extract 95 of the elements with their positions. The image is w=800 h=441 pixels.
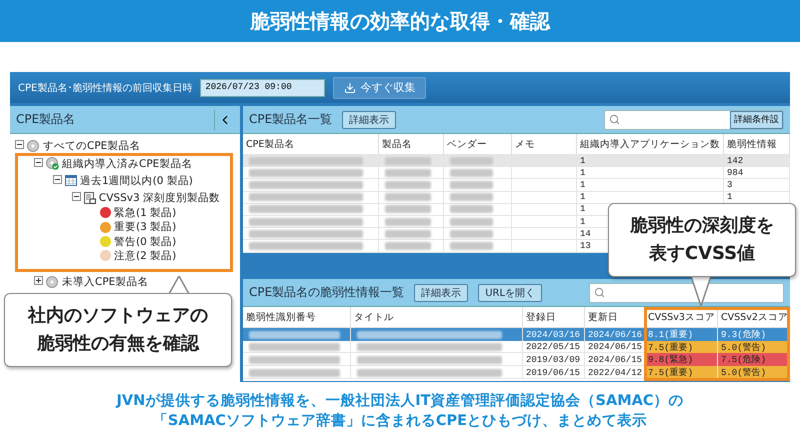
tree-item[interactable]: 過去1週間以内(0 製品) (80, 174, 193, 188)
tree-item[interactable]: すべてのCPE製品名 (43, 139, 140, 154)
table-cell: 1 (580, 180, 586, 190)
blurred-text (385, 242, 432, 250)
score-cell: 9.3(危険) (718, 328, 790, 341)
column-header[interactable]: 更新日 (585, 307, 645, 327)
table-cell: 2024/03/16 (526, 330, 580, 340)
score-cell: 8.1(重要) (645, 328, 718, 341)
blurred-text (450, 193, 493, 202)
table-cell: 2019/03/09 (526, 354, 580, 365)
column-header[interactable]: タイトル (351, 307, 523, 327)
table-cell: 2022/05/15 (526, 342, 580, 352)
tree-item[interactable]: 未導入CPE製品名 (62, 275, 148, 290)
blurred-text (385, 205, 432, 214)
score-cell: 7.5(危険) (718, 353, 790, 366)
collapse-icon[interactable] (53, 174, 62, 184)
tree-item[interactable]: 注意(2 製品) (114, 248, 176, 263)
blurred-text (385, 180, 432, 189)
table-cell: 2024/06/16 (588, 330, 642, 340)
calendar-icon (65, 175, 77, 186)
table-cell: 1 (580, 192, 586, 202)
score-cell: 9.8(緊急) (645, 353, 718, 366)
toolbar-label: CPE製品名･脆弱性情報の前回収集日時 (18, 82, 192, 94)
blurred-text (450, 156, 493, 165)
collapse-icon[interactable] (15, 140, 24, 150)
disc-icon (46, 276, 59, 289)
banner-title: 脆弱性情報の効率的な取得・確認 (0, 0, 800, 42)
column-header[interactable]: 登録日 (523, 307, 585, 327)
document-icon (84, 192, 96, 204)
table-cell: 1 (580, 216, 586, 227)
table-cell: 984 (727, 168, 744, 178)
disc-check-icon (46, 157, 59, 170)
panel-title: CPE製品名一覧 (249, 111, 332, 128)
column-header[interactable]: 脆弱性識別番号 (243, 307, 351, 327)
score-cell: 7.5(重要) (645, 340, 718, 354)
blurred-text (385, 168, 432, 177)
caption-line: JVNが提供する脆弱性情報を、一般社団法人IT資産管理評価認定協会（SAMAC）の (116, 391, 684, 411)
search-field[interactable]: 詳細条件設 (604, 110, 784, 130)
filter-button[interactable]: 詳細条件設 (730, 110, 783, 128)
tree-item[interactable]: 緊急(1 製品) (114, 206, 176, 220)
blurred-text (385, 193, 432, 202)
table-cell: 1 (580, 204, 586, 214)
blurred-text (450, 168, 493, 177)
download-icon (344, 82, 356, 94)
caption-line: 「SAMACソフトウェア辞書」に含まれるCPEとひもづけ、まとめて表示 (152, 412, 648, 432)
blurred-text (450, 218, 493, 226)
column-header[interactable]: メモ (512, 134, 577, 154)
blurred-text (385, 218, 432, 226)
blurred-text (450, 242, 493, 250)
table-cell: 2024/06/15 (588, 354, 642, 365)
column-header[interactable]: ベンダー (444, 134, 512, 154)
table-cell: 142 (727, 156, 744, 166)
blurred-text (450, 180, 493, 189)
collapse-icon[interactable] (34, 158, 43, 167)
expand-icon[interactable] (34, 276, 43, 286)
table-cell: 13 (580, 240, 591, 251)
blurred-text (385, 156, 432, 165)
callout-text: 社内のソフトウェアの (28, 304, 208, 328)
panel-title: CPE製品名の脆弱性情報一覧 (249, 284, 404, 301)
tree-item[interactable]: 重要(3 製品) (114, 220, 176, 234)
detail-button[interactable]: 詳細表示 (342, 110, 396, 128)
column-header[interactable]: CVSSv3スコア (645, 307, 718, 327)
table-cell: 14 (580, 228, 591, 239)
column-header[interactable]: 組織内導入アプリケーション数 (577, 134, 724, 154)
column-header[interactable]: 製品名 (379, 134, 444, 154)
table-cell: 2019/06/15 (526, 368, 580, 378)
table-cell: 1 (580, 156, 586, 166)
disc-icon (27, 140, 40, 153)
tree-item[interactable]: 組織内導入済みCPE製品名 (62, 156, 192, 171)
table-cell: 2022/04/12 (588, 368, 642, 378)
blurred-text (450, 205, 493, 214)
callout-text: 表すCVSS値 (648, 242, 756, 266)
column-header[interactable]: 脆弱性情報 (724, 134, 790, 154)
selected-row[interactable]: 1 142 (243, 155, 790, 168)
search-icon (609, 114, 620, 125)
table-cell: 1 (727, 192, 732, 202)
date-field[interactable]: 2026/07/23 09:00 (200, 78, 326, 96)
callout-text: 脆弱性の深刻度を (630, 214, 774, 238)
blurred-text (385, 230, 432, 238)
toolbar-button[interactable]: 詳細表示 (414, 284, 468, 302)
panel-title: CPE製品名 (16, 111, 76, 128)
blurred-text (450, 230, 493, 238)
column-header[interactable]: CVSSv2スコア (718, 307, 790, 327)
callout-text: 脆弱性の有無を確認 (37, 332, 199, 356)
tree-item[interactable]: CVSSv3 深刻度別製品数 (98, 191, 220, 206)
table-cell: 3 (727, 180, 732, 190)
selected-row[interactable]: 2024/03/16 2024/06/16 8.1(重要) 9.3(危険) (243, 328, 790, 341)
column-header[interactable]: CPE製品名 (243, 134, 379, 154)
toolbar-button[interactable]: URLを開く (478, 284, 542, 302)
table-cell: 1 (580, 168, 586, 178)
score-cell: 7.5(重要) (645, 366, 718, 380)
tree-item[interactable]: 警告(0 製品) (114, 234, 176, 249)
search-icon (594, 287, 605, 298)
table-cell: 2024/06/15 (588, 342, 642, 352)
collapse-icon[interactable] (72, 192, 81, 202)
